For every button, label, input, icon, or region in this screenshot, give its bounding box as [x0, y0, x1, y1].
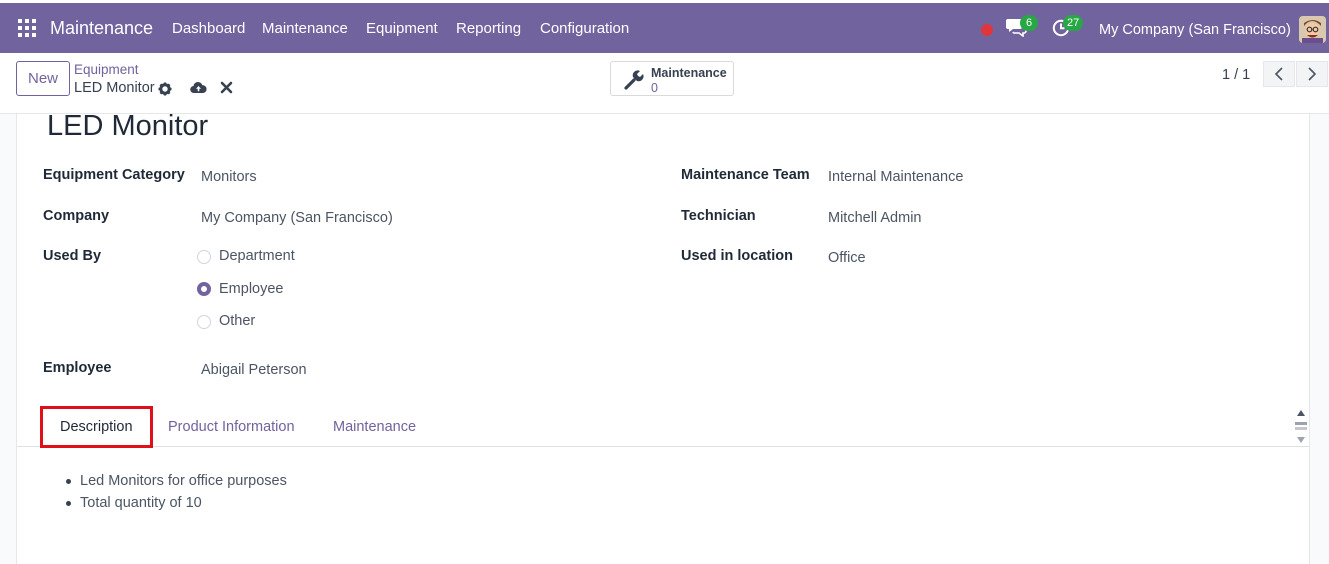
field-technician[interactable]: Mitchell Admin [828, 210, 921, 226]
control-panel: New Equipment LED Monitor Maintenance 0 … [0, 53, 1329, 114]
used-by-radio-other[interactable] [197, 315, 211, 329]
field-label-equipment-category: Equipment Category [43, 167, 185, 183]
menu-maintenance[interactable]: Maintenance [262, 20, 348, 37]
top-navbar: Maintenance Dashboard Maintenance Equipm… [0, 3, 1329, 53]
field-label-used-in-location: Used in location [681, 248, 793, 264]
scrollbar[interactable] [1292, 408, 1310, 446]
field-used-in-location[interactable]: Office [828, 250, 866, 266]
used-by-option-employee[interactable]: Employee [219, 281, 283, 297]
user-avatar[interactable] [1299, 16, 1326, 43]
used-by-option-other[interactable]: Other [219, 313, 255, 329]
pager-next-button[interactable] [1296, 61, 1328, 87]
record-title[interactable]: LED Monitor [47, 110, 208, 143]
gear-icon[interactable] [158, 82, 172, 101]
description-list[interactable]: Led Monitors for office purposes Total q… [64, 470, 287, 514]
field-employee[interactable]: Abigail Peterson [201, 362, 307, 378]
wrench-icon [623, 69, 645, 96]
messages-count-badge: 6 [1020, 15, 1038, 31]
used-by-radio-employee[interactable] [197, 282, 211, 296]
list-item: Led Monitors for office purposes [64, 470, 287, 492]
app-name[interactable]: Maintenance [50, 18, 153, 39]
chevron-left-icon [1274, 67, 1283, 81]
breadcrumb-parent-link[interactable]: Equipment [74, 62, 139, 77]
used-by-radio-department[interactable] [197, 250, 211, 264]
menu-configuration[interactable]: Configuration [540, 20, 629, 37]
field-maintenance-team[interactable]: Internal Maintenance [828, 169, 963, 185]
cloud-upload-save-icon[interactable] [190, 81, 207, 99]
field-label-employee: Employee [43, 360, 112, 376]
description-tab-highlight-box [40, 406, 153, 448]
menu-reporting[interactable]: Reporting [456, 20, 521, 37]
apps-grid-icon[interactable] [18, 19, 36, 37]
field-label-used-by: Used By [43, 248, 102, 264]
recording-indicator-icon[interactable] [981, 24, 993, 36]
field-equipment-category[interactable]: Monitors [201, 169, 257, 185]
tab-maintenance[interactable]: Maintenance [333, 419, 416, 435]
menu-equipment[interactable]: Equipment [366, 20, 438, 37]
tab-product-information[interactable]: Product Information [168, 419, 295, 435]
activities-count-badge: 27 [1063, 15, 1084, 31]
field-label-maintenance-team: Maintenance Team [681, 167, 810, 183]
smart-button-label: Maintenance [651, 66, 727, 80]
company-switcher[interactable]: My Company (San Francisco) [1099, 22, 1291, 38]
pager-previous-button[interactable] [1263, 61, 1295, 87]
menu-dashboard[interactable]: Dashboard [172, 20, 245, 37]
breadcrumb-current: LED Monitor [74, 80, 155, 96]
list-item: Total quantity of 10 [64, 492, 287, 514]
tabs-divider [17, 446, 1309, 447]
chevron-right-icon [1308, 67, 1317, 81]
pager-value[interactable]: 1 / 1 [1222, 67, 1250, 83]
discard-close-icon[interactable] [220, 81, 233, 99]
used-by-option-department[interactable]: Department [219, 248, 295, 264]
field-label-technician: Technician [681, 208, 756, 224]
maintenance-smart-button[interactable]: Maintenance 0 [610, 61, 734, 96]
field-label-company: Company [43, 208, 110, 224]
field-company[interactable]: My Company (San Francisco) [201, 210, 393, 226]
smart-button-count: 0 [651, 81, 658, 95]
new-button[interactable]: New [16, 61, 70, 96]
